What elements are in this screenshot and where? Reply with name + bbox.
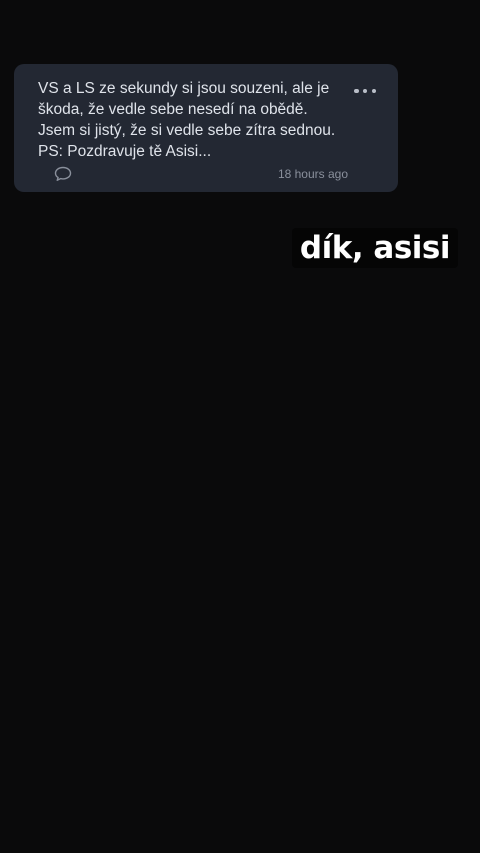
comment-icon	[54, 166, 72, 181]
post-timestamp: 18 hours ago	[277, 167, 348, 181]
story-caption: dík, asisi	[291, 228, 458, 268]
more-icon	[354, 88, 359, 94]
more-icon-dot	[362, 88, 368, 94]
comment-button[interactable]	[54, 166, 72, 182]
more-icon-dot	[371, 88, 376, 94]
story-screen: VS a LS ze sekundy si jsou souzeni, ale …	[0, 0, 480, 853]
more-options-button[interactable]	[354, 86, 376, 96]
anonymous-message-card[interactable]: VS a LS ze sekundy si jsou souzeni, ale …	[14, 64, 398, 192]
message-text: VS a LS ze sekundy si jsou souzeni, ale …	[38, 80, 336, 160]
